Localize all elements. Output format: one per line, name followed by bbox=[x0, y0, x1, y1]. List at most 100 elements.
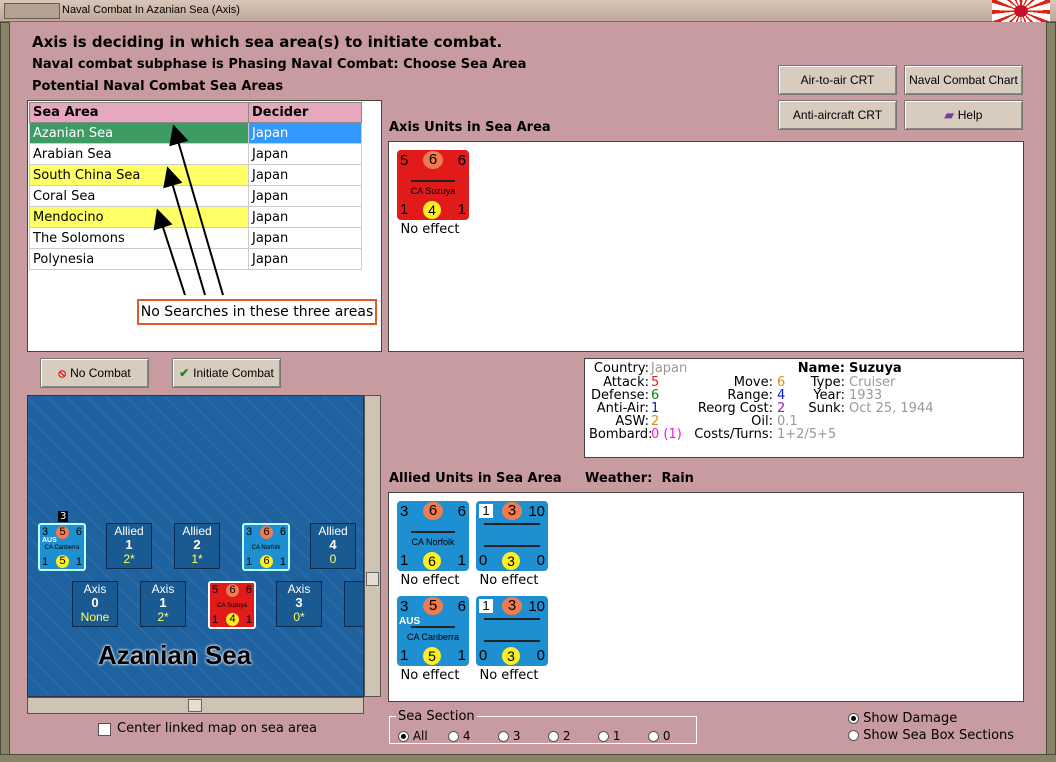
sea-box-value: None bbox=[80, 610, 110, 624]
name-key: Name: bbox=[797, 361, 845, 376]
defense-value: 5 bbox=[56, 526, 69, 539]
attack-value: 3 bbox=[400, 598, 409, 615]
radio-icon bbox=[598, 731, 609, 742]
map-counter-suzuya[interactable]: 5 6 6 CA Suzuya 1 4 1 bbox=[208, 581, 256, 629]
sea-section-option-0[interactable]: 0 bbox=[648, 729, 670, 743]
japan-flag-icon bbox=[992, 0, 1050, 22]
sea-box-value: 2* bbox=[157, 610, 169, 624]
map-counter-canberra[interactable]: 3 5 6 AUS CA Canberra 1 5 1 bbox=[38, 523, 86, 571]
ship-silhouette-icon bbox=[411, 624, 455, 628]
country-value: Japan bbox=[651, 361, 688, 376]
sea-box-side: Axis bbox=[151, 582, 175, 596]
sea-box-side: Axis bbox=[83, 582, 107, 596]
option-label: 0 bbox=[662, 729, 671, 743]
sea-box-axis-0[interactable]: Axis 0 None bbox=[72, 581, 118, 627]
arrow-to-south-china bbox=[163, 166, 206, 296]
unit-name: CA Canberra bbox=[44, 545, 80, 551]
help-button[interactable]: ▰ Help bbox=[904, 100, 1023, 130]
radio-icon bbox=[648, 731, 659, 742]
checkmark-icon: ✔ bbox=[179, 366, 190, 380]
weather-value: Rain bbox=[661, 471, 694, 486]
stack-count-badge: 3 bbox=[58, 511, 69, 522]
sea-box-number: 3 bbox=[295, 595, 303, 610]
scroll-thumb[interactable] bbox=[366, 572, 379, 586]
radio-icon bbox=[448, 731, 459, 742]
option-label: 4 bbox=[462, 729, 471, 743]
sea-section-option-1[interactable]: 1 bbox=[598, 729, 620, 743]
arrow-to-mendocino bbox=[153, 208, 186, 296]
map-horizontal-scrollbar[interactable] bbox=[27, 697, 364, 714]
sea-box-axis-3[interactable]: Axis 3 0* bbox=[276, 581, 322, 627]
center-map-label: Center linked map on sea area bbox=[117, 721, 317, 736]
help-label: Help bbox=[957, 108, 983, 122]
asw-value: 1 bbox=[75, 556, 82, 568]
defense-value: 3 bbox=[502, 597, 522, 615]
ship-silhouette-icon bbox=[411, 178, 455, 182]
sea-box-number: 1 bbox=[125, 537, 133, 552]
option-label: Show Sea Box Sections bbox=[863, 728, 1015, 743]
unit-counter-convoy[interactable]: 1 3 10 0 3 0 bbox=[476, 596, 548, 666]
costs-key: Costs/Turns: bbox=[694, 427, 773, 442]
sea-section-option-all[interactable]: All bbox=[398, 729, 428, 743]
center-map-checkbox[interactable] bbox=[98, 723, 111, 736]
defense-value: 3 bbox=[502, 502, 522, 520]
antiair-value: 1 bbox=[400, 552, 409, 569]
bombard-key: Bombard: bbox=[589, 427, 653, 442]
sea-box-allied-2[interactable]: Allied 2 1* bbox=[174, 523, 220, 569]
sea-box-value: 1* bbox=[191, 552, 203, 566]
antiair-value: 0 bbox=[479, 647, 488, 664]
option-label: 3 bbox=[512, 729, 521, 743]
initiate-combat-button[interactable]: ✔ Initiate Combat bbox=[172, 358, 281, 388]
sea-box-allied-1[interactable]: Allied 1 2* bbox=[106, 523, 152, 569]
range-value: 4 bbox=[423, 201, 441, 219]
ship-silhouette-icon bbox=[411, 529, 455, 533]
naval-combat-chart-button[interactable]: Naval Combat Chart bbox=[904, 65, 1023, 95]
asw-value: 1 bbox=[457, 201, 466, 218]
anti-aircraft-crt-button[interactable]: Anti-aircraft CRT bbox=[778, 100, 897, 130]
allied-units-panel: 3 6 6 CA Norfolk 1 6 1 No effect 1 3 10 … bbox=[388, 492, 1024, 702]
sea-box-axis-1[interactable]: Axis 1 2* bbox=[140, 581, 186, 627]
sea-section-option-4[interactable]: 4 bbox=[448, 729, 470, 743]
sea-section-group: Sea Section All 4 3 2 1 0 bbox=[389, 709, 697, 744]
range-value: 4 bbox=[226, 613, 239, 626]
unit-counter-norfolk[interactable]: 3 6 6 CA Norfolk 1 6 1 bbox=[397, 501, 469, 571]
unit-info-panel: Country: Japan Attack: 5 Defense: 6 Anti… bbox=[584, 358, 1024, 458]
range-value: 5 bbox=[56, 555, 69, 568]
map-counter-norfolk[interactable]: 3 6 6 CA Norfolk 1 6 1 bbox=[242, 523, 290, 571]
radio-icon bbox=[548, 731, 559, 742]
show-sections-option[interactable]: Show Sea Box Sections bbox=[848, 728, 1014, 743]
unit-counter-suzuya[interactable]: 5 6 6 CA Suzuya 1 4 1 bbox=[397, 150, 469, 220]
no-combat-button[interactable]: ⦸ No Combat bbox=[40, 358, 149, 388]
sea-box-number: 1 bbox=[159, 595, 167, 610]
range-value: 3 bbox=[502, 647, 520, 665]
map-sea-area-title: Azanian Sea bbox=[98, 640, 252, 670]
move-value: 6 bbox=[75, 526, 82, 538]
scroll-thumb[interactable] bbox=[188, 699, 202, 712]
range-value: 6 bbox=[260, 555, 273, 568]
asw-value: 0 bbox=[536, 552, 545, 569]
sea-box-allied-4[interactable]: Allied 4 0 bbox=[310, 523, 356, 569]
radio-icon bbox=[848, 730, 859, 741]
sunk-key: Sunk: bbox=[808, 401, 845, 416]
asw-value: 1 bbox=[245, 614, 252, 626]
map-vertical-scrollbar[interactable] bbox=[364, 395, 381, 697]
annotation-arrows bbox=[153, 124, 224, 296]
sea-area-map[interactable]: 3 3 5 6 AUS CA Canberra 1 5 1 Allied 1 2… bbox=[27, 395, 364, 697]
show-damage-option[interactable]: Show Damage bbox=[848, 711, 957, 726]
move-value: 6 bbox=[279, 526, 286, 538]
sea-section-option-3[interactable]: 3 bbox=[498, 729, 520, 743]
asw-value: 1 bbox=[457, 552, 466, 569]
sea-box-axis-partial[interactable] bbox=[344, 581, 363, 627]
attack-value: 5 bbox=[212, 584, 219, 596]
unit-effect: No effect bbox=[400, 573, 460, 588]
range-value: 5 bbox=[423, 647, 441, 665]
move-value: 6 bbox=[245, 584, 252, 596]
range-value: 6 bbox=[423, 552, 441, 570]
sea-box-value: 2* bbox=[123, 552, 135, 566]
axis-units-panel: 5 6 6 CA Suzuya 1 4 1 No effect bbox=[388, 141, 1024, 352]
unit-counter-convoy[interactable]: 1 3 10 0 3 0 bbox=[476, 501, 548, 571]
unit-counter-canberra[interactable]: 3 5 6 AUS CA Canberra 1 5 1 bbox=[397, 596, 469, 666]
air-to-air-crt-button[interactable]: Air-to-air CRT bbox=[778, 65, 897, 95]
no-combat-label: No Combat bbox=[70, 366, 131, 380]
sea-section-option-2[interactable]: 2 bbox=[548, 729, 570, 743]
